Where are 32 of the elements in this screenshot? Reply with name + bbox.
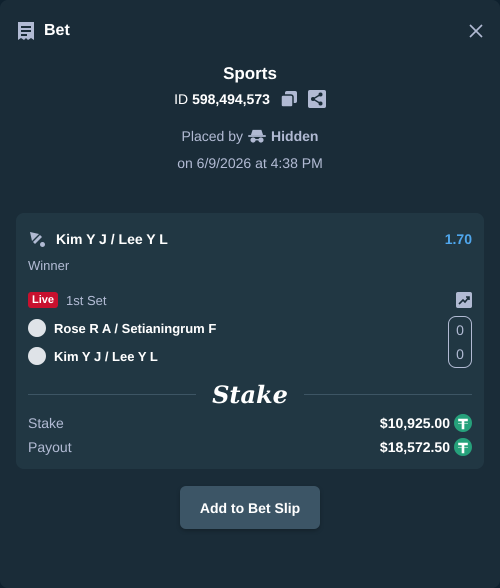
- close-icon[interactable]: [468, 23, 484, 39]
- tether-coin-icon: [454, 414, 472, 432]
- team-logo-icon: [28, 347, 46, 365]
- total-amount: $10,925.00: [380, 415, 450, 431]
- modal-title: Bet: [44, 22, 70, 40]
- brand-logo: Stake: [212, 380, 288, 409]
- total-label: Payout: [28, 439, 72, 455]
- receipt-icon: [16, 21, 36, 41]
- bet-id-label: ID: [174, 91, 188, 107]
- team-score: 0: [456, 322, 464, 338]
- placed-date: on 6/9/2026 at 4:38 PM: [177, 155, 323, 171]
- team-logo-icon: [28, 319, 46, 337]
- team-score: 0: [456, 346, 464, 362]
- selection-name: Kim Y J / Lee Y L: [56, 231, 168, 247]
- total-label: Stake: [28, 415, 64, 431]
- copy-icon[interactable]: [280, 90, 298, 108]
- category-title: Sports: [223, 64, 277, 84]
- period-label: 1st Set: [66, 292, 106, 308]
- team-name: Kim Y J / Lee Y L: [54, 348, 158, 364]
- live-badge: Live: [28, 292, 58, 308]
- market-name: Winner: [28, 258, 70, 273]
- total-amount: $18,572.50: [380, 439, 450, 455]
- incognito-icon: [248, 129, 266, 143]
- odds-value: 1.70: [444, 231, 472, 247]
- bet-id: 598,494,573: [192, 91, 270, 107]
- placed-by-user: Hidden: [271, 128, 318, 144]
- tether-coin-icon: [454, 438, 472, 456]
- share-icon[interactable]: [308, 90, 326, 108]
- add-to-bet-slip-button[interactable]: Add to Bet Slip: [180, 486, 320, 529]
- trend-chart-icon[interactable]: [456, 292, 472, 308]
- placed-by-label: Placed by: [182, 128, 244, 144]
- team-name: Rose R A / Setianingrum F: [54, 320, 216, 336]
